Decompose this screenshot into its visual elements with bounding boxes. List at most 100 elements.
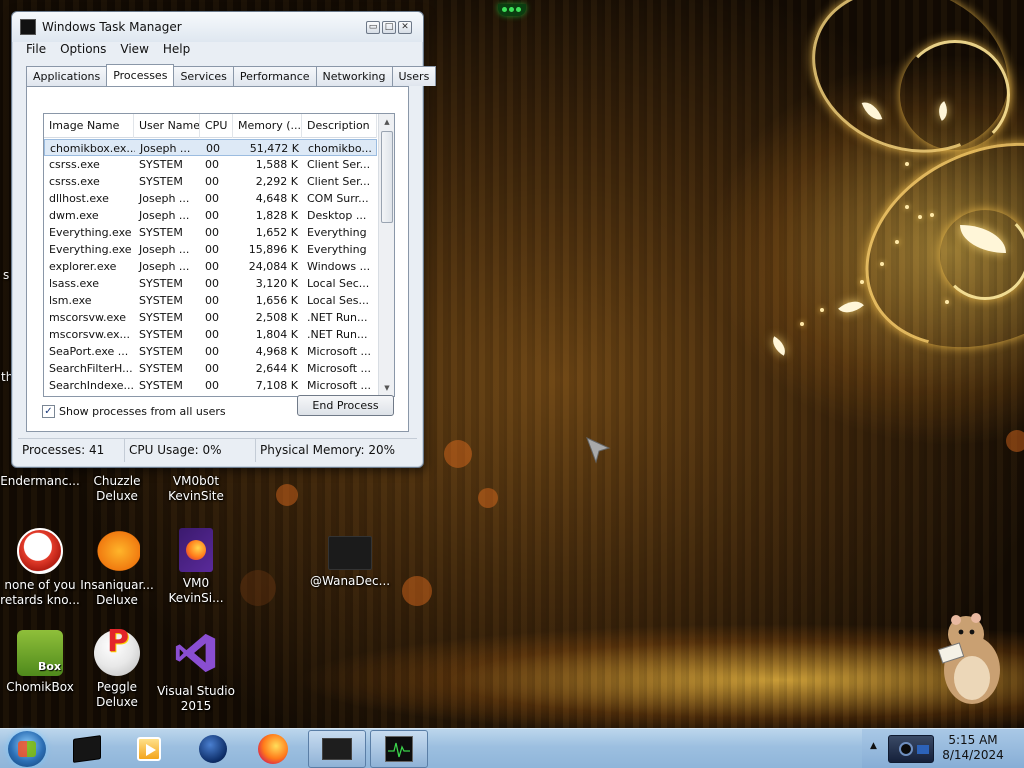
table-row[interactable]: csrss.exe SYSTEM 00 1,588 K Client Ser...	[44, 156, 377, 173]
cell-memory: 2,644 K	[255, 362, 298, 375]
desktop-icon-chuzzle-deluxe[interactable]: Chuzzle Deluxe	[77, 474, 157, 504]
taskbar-clock[interactable]: 5:15 AM 8/14/2024	[930, 733, 1016, 763]
desktop-icon-wanadec[interactable]: @WanaDec...	[310, 528, 390, 589]
column-image-name[interactable]: Image Name ⌃	[44, 114, 134, 138]
minimize-button[interactable]: ▭	[366, 21, 380, 34]
menu-file[interactable]: File	[26, 42, 46, 60]
desktop-icon-visual-studio-2015[interactable]: Visual Studio 2015	[156, 630, 236, 714]
maximize-button[interactable]: □	[382, 21, 396, 34]
cell-description: Everything	[307, 243, 367, 256]
cell-user-name: SYSTEM	[139, 277, 183, 290]
media-player-icon	[137, 737, 161, 761]
desktop-icon-none-of-you[interactable]: none of you retards kno...	[0, 528, 80, 608]
desktop-icon-chomikbox[interactable]: Box ChomikBox	[0, 630, 80, 695]
cell-image-name: lsass.exe	[49, 277, 99, 290]
taskbar-item-dark-window[interactable]	[308, 730, 366, 768]
process-list-header: Image Name ⌃ User Name CPU Memory (... De…	[44, 114, 377, 138]
table-row[interactable]: SearchFilterH... SYSTEM 00 2,644 K Microsoft…	[44, 360, 377, 377]
cell-description: .NET Run...	[307, 328, 368, 341]
table-row[interactable]: SeaPort.exe ... SYSTEM 00 4,968 K Microsoft …	[44, 343, 377, 360]
globe-icon	[199, 735, 227, 763]
cell-user-name: Joseph ...	[139, 243, 190, 256]
cell-image-name: SearchFilterH...	[49, 362, 133, 375]
scroll-up-icon[interactable]: ▲	[379, 114, 394, 130]
cell-memory: 1,652 K	[255, 226, 298, 239]
close-button[interactable]: ✕	[398, 21, 412, 34]
checkbox-check-icon[interactable]: ✓	[42, 405, 55, 418]
desktop-icon-insaniquarium-deluxe[interactable]: Insaniquar... Deluxe	[77, 528, 157, 608]
cell-description: Client Ser...	[307, 175, 371, 188]
window-titlebar[interactable]: Windows Task Manager	[12, 12, 423, 42]
table-row[interactable]: mscorsvw.ex... SYSTEM 00 1,804 K .NET Run...	[44, 326, 377, 343]
start-button[interactable]	[8, 731, 46, 767]
clipped-desktop-label: s	[3, 268, 10, 282]
desktop-icon-vm0-kevinsite[interactable]: VM0 KevinSi...	[156, 528, 236, 606]
scroll-down-icon[interactable]: ▼	[379, 380, 394, 396]
peggle-icon: P	[94, 627, 140, 676]
cell-cpu: 00	[205, 294, 219, 307]
table-row[interactable]: chomikbox.ex... Joseph ... 00 51,472 K chomi…	[44, 139, 377, 156]
camera-tray-icon[interactable]	[888, 735, 934, 763]
tab-performance[interactable]: Performance	[232, 66, 317, 86]
desktop-icon-label: Insaniquar...	[80, 578, 154, 592]
task-manager-window: Windows Task Manager ▭ □ ✕ File Options …	[11, 11, 437, 468]
desktop-icon-peggle-deluxe[interactable]: P Peggle Deluxe	[77, 627, 157, 710]
show-hidden-icons-button[interactable]: ▲	[870, 741, 877, 751]
cell-cpu: 00	[205, 345, 219, 358]
column-cpu[interactable]: CPU	[200, 114, 233, 138]
cell-user-name: Joseph ...	[140, 142, 191, 155]
desktop-icon-label: KevinSi...	[168, 591, 224, 605]
table-row[interactable]: lsm.exe SYSTEM 00 1,656 K Local Ses...	[44, 292, 377, 309]
column-memory[interactable]: Memory (...	[233, 114, 302, 138]
table-row[interactable]: mscorsvw.exe SYSTEM 00 2,508 K .NET Run...	[44, 309, 377, 326]
tab-networking[interactable]: Networking	[315, 66, 393, 86]
taskbar-item-console[interactable]	[58, 730, 116, 768]
cell-image-name: Everything.exe	[49, 243, 132, 256]
windows-logo-icon	[18, 741, 36, 757]
table-row[interactable]: Everything.exe Joseph ... 00 15,896 K Everyt…	[44, 241, 377, 258]
table-row[interactable]: SearchIndexe... SYSTEM 00 7,108 K Microsoft …	[44, 377, 377, 394]
cell-image-name: Everything.exe	[49, 226, 132, 239]
taskbar-item-globe[interactable]	[184, 730, 242, 768]
cell-user-name: Joseph ...	[139, 192, 190, 205]
desktop-icon-label: Deluxe	[96, 593, 138, 607]
cell-description: Everything	[307, 226, 367, 239]
end-process-button[interactable]: End Process	[297, 395, 394, 416]
show-all-users-checkbox[interactable]: ✓ Show processes from all users	[42, 405, 226, 418]
window-title: Windows Task Manager	[42, 20, 182, 34]
desktop-icon-vm0b0t-kevinsite[interactable]: VM0b0t KevinSite	[156, 474, 236, 504]
tab-services[interactable]: Services	[173, 66, 234, 86]
cell-user-name: SYSTEM	[139, 226, 183, 239]
desktop-icon-label: retards kno...	[0, 593, 80, 607]
table-row[interactable]: dllhost.exe Joseph ... 00 4,648 K COM Surr..…	[44, 190, 377, 207]
taskbar-item-task-manager[interactable]	[370, 730, 428, 768]
scroll-thumb[interactable]	[381, 131, 393, 223]
menu-help[interactable]: Help	[163, 42, 190, 60]
column-user-name[interactable]: User Name	[134, 114, 200, 138]
goldfish-icon	[94, 528, 140, 574]
table-row[interactable]: csrss.exe SYSTEM 00 2,292 K Client Ser...	[44, 173, 377, 190]
status-bar: Processes: 41 CPU Usage: 0% Physical Mem…	[18, 438, 417, 462]
table-row[interactable]: lsass.exe SYSTEM 00 3,120 K Local Sec...	[44, 275, 377, 292]
cell-description: COM Surr...	[307, 192, 369, 205]
cell-description: Desktop ...	[307, 209, 367, 222]
tab-applications[interactable]: Applications	[26, 66, 108, 86]
firefox-icon	[258, 734, 288, 764]
console-icon	[73, 735, 101, 763]
tab-processes[interactable]: Processes	[106, 64, 175, 86]
desktop-icon-endermancer[interactable]: Endermanc...	[0, 474, 80, 489]
tab-users[interactable]: Users	[391, 66, 437, 86]
menu-options[interactable]: Options	[60, 42, 106, 60]
table-row[interactable]: dwm.exe Joseph ... 00 1,828 K Desktop ...	[44, 207, 377, 224]
menu-view[interactable]: View	[120, 42, 148, 60]
taskbar-item-firefox[interactable]	[244, 730, 302, 768]
taskbar-item-media-player[interactable]	[120, 730, 178, 768]
column-description[interactable]: Description	[302, 114, 377, 138]
cell-cpu: 00	[205, 209, 219, 222]
desktop-icon-label: 2015	[180, 699, 212, 713]
table-row[interactable]: explorer.exe Joseph ... 00 24,084 K Windows …	[44, 258, 377, 275]
desktop-icon-label: Peggle Deluxe	[96, 680, 138, 709]
clock-date: 8/14/2024	[942, 748, 1004, 762]
process-list-scrollbar[interactable]: ▲ ▼	[378, 114, 394, 396]
table-row[interactable]: Everything.exe SYSTEM 00 1,652 K Everything	[44, 224, 377, 241]
